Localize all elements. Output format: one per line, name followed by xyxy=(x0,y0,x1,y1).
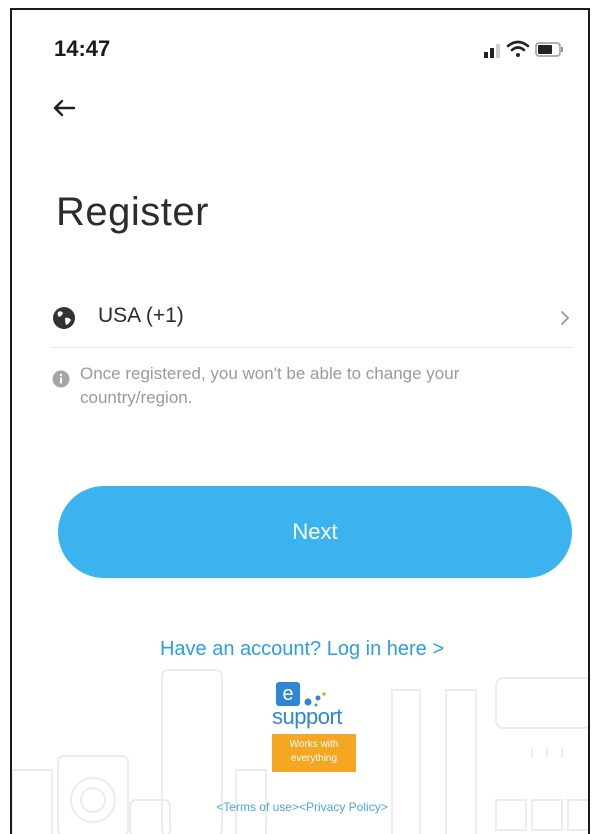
logo-letter: e xyxy=(276,682,300,706)
chevron-right-icon xyxy=(561,311,570,325)
notice-text: Once registered, you won't be able to ch… xyxy=(80,364,460,407)
battery-icon xyxy=(535,42,563,57)
login-link[interactable]: Have an account? Log in here > xyxy=(12,638,588,661)
country-selector[interactable]: USA (+1) xyxy=(52,296,572,346)
country-label: USA (+1) xyxy=(98,304,184,327)
divider xyxy=(52,347,572,348)
logo-word: support xyxy=(272,704,342,729)
signal-icon xyxy=(484,44,500,58)
status-time: 14:47 xyxy=(54,36,111,61)
footer-links: <Terms of use><Privacy Policy> xyxy=(12,800,588,814)
phone-screen: 14:47 Register USA (+1) Once registered,… xyxy=(10,8,590,834)
esupport-logo: e support Works with everything xyxy=(266,682,356,782)
next-button[interactable]: Next xyxy=(58,486,572,578)
tagline-line2: everything xyxy=(290,753,338,764)
globe-icon xyxy=(53,307,75,329)
status-icons xyxy=(484,40,563,58)
privacy-link[interactable]: <Privacy Policy> xyxy=(299,800,388,814)
info-icon xyxy=(52,370,70,388)
page-title: Register xyxy=(56,190,209,234)
terms-link[interactable]: <Terms of use> xyxy=(216,800,299,814)
tagline-line1: Works with xyxy=(289,739,339,750)
wifi-icon xyxy=(506,40,530,57)
logo-tagline: Works with everything xyxy=(272,734,356,772)
arrow-left-icon[interactable] xyxy=(48,92,80,124)
